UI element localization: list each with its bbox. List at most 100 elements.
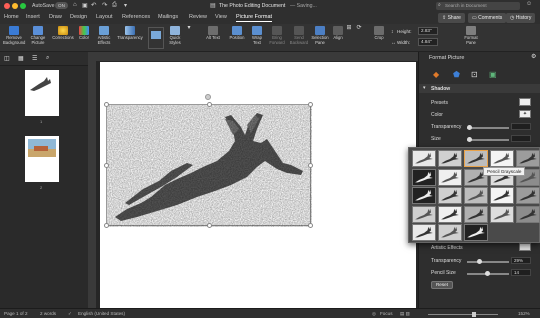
resize-handle-bottom-left[interactable] [104, 223, 109, 228]
tab-view[interactable]: View [215, 14, 227, 20]
zoom-slider[interactable] [428, 311, 498, 317]
zoom-window-button[interactable] [20, 3, 26, 9]
artistic-effect-option[interactable] [412, 187, 436, 204]
page-thumbnail-2[interactable] [25, 136, 59, 182]
rotate-handle[interactable] [205, 94, 211, 100]
group-icon[interactable]: ⊞ [346, 25, 352, 31]
pane-settings-icon[interactable]: ⚙ [531, 53, 536, 60]
artistic-effect-option[interactable] [464, 224, 488, 241]
artistic-effect-option[interactable] [464, 205, 488, 223]
width-field[interactable]: 4.84" [418, 38, 438, 46]
artistic-effect-option[interactable] [412, 205, 436, 223]
page-thumbnail-1[interactable] [25, 70, 59, 116]
thumbnails-icon[interactable]: ▦ [18, 55, 24, 62]
shadow-transparency-field[interactable] [511, 123, 531, 130]
bring-forward-button[interactable]: Bring Forward [267, 26, 287, 45]
send-backward-button[interactable]: Send Backward [289, 26, 309, 45]
pencil-size-slider[interactable] [467, 271, 509, 276]
minimize-window-button[interactable] [12, 3, 18, 9]
artistic-effect-option[interactable] [464, 150, 488, 167]
tab-insert[interactable]: Insert [26, 14, 40, 20]
wrap-text-button[interactable]: Wrap Text [249, 26, 265, 45]
alt-text-button[interactable]: Alt Text [206, 26, 220, 41]
pencil-size-field[interactable]: 14 [511, 269, 531, 276]
rotate-icon[interactable]: ⟳ [356, 25, 362, 31]
artistic-effect-option[interactable] [516, 150, 540, 167]
remove-background-button[interactable]: Remove Background [3, 26, 25, 45]
resize-handle-top-left[interactable] [104, 102, 109, 107]
height-field[interactable]: 2.83" [418, 27, 438, 35]
fill-line-tab-icon[interactable]: ◆ [433, 70, 439, 79]
picture-tab-icon[interactable]: ▣ [489, 70, 497, 79]
zoom-slider-knob[interactable] [472, 311, 476, 317]
picture-styles-gallery[interactable] [148, 27, 164, 49]
shadow-size-knob[interactable] [467, 137, 472, 142]
artistic-effect-option[interactable] [490, 150, 514, 167]
resize-handle-top[interactable] [207, 102, 212, 107]
resize-handle-bottom[interactable] [207, 223, 212, 228]
layout-properties-tab-icon[interactable]: ⊡ [471, 70, 478, 79]
save-icon[interactable]: ▣ [82, 2, 88, 9]
resize-handle-top-right[interactable] [308, 102, 313, 107]
tab-review[interactable]: Review [189, 14, 207, 20]
page-count[interactable]: Page 1 of 2 [4, 311, 28, 316]
border-dropdown-icon[interactable]: ▾ [186, 25, 192, 31]
focus-icon[interactable]: ◎ [372, 311, 376, 317]
autosave-toggle[interactable]: ON [55, 2, 68, 9]
quick-styles-button[interactable]: Quick Styles [166, 26, 184, 45]
shadow-section-header[interactable]: ▾ Shadow [419, 84, 540, 93]
tab-design[interactable]: Design [70, 14, 87, 20]
artistic-effects-dropdown[interactable] [519, 243, 531, 251]
sidebar-toggle-icon[interactable]: ◫ [4, 55, 10, 62]
outline-icon[interactable]: ☰ [32, 55, 37, 62]
position-button[interactable]: Position [227, 26, 247, 41]
vertical-ruler[interactable] [88, 61, 96, 308]
share-button[interactable]: ⇪ Share [438, 13, 465, 23]
focus-mode[interactable]: Focus [380, 311, 393, 316]
language[interactable]: English (United States) [78, 311, 125, 316]
resize-handle-bottom-right[interactable] [308, 223, 313, 228]
history-button[interactable]: ◷ History [506, 13, 536, 23]
artistic-effect-option[interactable] [438, 150, 462, 167]
artistic-effect-option[interactable] [438, 168, 462, 186]
artistic-effect-option[interactable] [490, 187, 514, 204]
artistic-effect-option[interactable] [412, 224, 436, 241]
artistic-effect-option[interactable] [438, 187, 462, 204]
close-window-button[interactable] [4, 3, 10, 9]
tab-layout[interactable]: Layout [96, 14, 113, 20]
corrections-button[interactable]: Corrections [51, 26, 75, 41]
pencil-size-knob[interactable] [485, 271, 490, 276]
shadow-size-field[interactable] [511, 135, 531, 142]
comments-button[interactable]: ▭ Comments [468, 13, 507, 23]
shadow-size-slider[interactable] [467, 137, 509, 142]
artistic-effect-option[interactable] [516, 187, 540, 204]
color-button[interactable]: Color [76, 26, 92, 41]
selected-picture[interactable] [104, 102, 313, 228]
effect-transparency-knob[interactable] [477, 259, 483, 264]
change-picture-button[interactable]: Change Picture [27, 26, 49, 45]
resize-handle-right[interactable] [308, 163, 313, 168]
artistic-effect-option[interactable] [412, 150, 436, 167]
crop-button[interactable]: Crop [372, 26, 386, 41]
artistic-effect-option[interactable] [438, 224, 462, 241]
proofing-icon[interactable]: ✓ [68, 311, 72, 317]
align-button[interactable]: Align [332, 26, 344, 41]
artistic-effects-button[interactable]: Artistic Effects [94, 26, 114, 45]
tab-picture-format[interactable]: Picture Format [236, 14, 273, 22]
effects-tab-icon[interactable]: ⬟ [453, 70, 460, 79]
word-count[interactable]: 2 words [40, 311, 56, 316]
undo-icon[interactable]: ↶ [91, 1, 96, 9]
print-icon[interactable]: ⎙ [112, 2, 117, 9]
shadow-transparency-slider[interactable] [467, 125, 509, 130]
artistic-effect-option[interactable] [464, 187, 488, 204]
effect-transparency-slider[interactable] [467, 259, 509, 264]
horizontal-ruler[interactable] [88, 52, 418, 61]
artistic-effect-option[interactable] [438, 205, 462, 223]
transparency-button[interactable]: Transparency [116, 26, 144, 41]
zoom-level[interactable]: 152% [518, 311, 530, 316]
shadow-transparency-knob[interactable] [467, 125, 472, 130]
artistic-effect-option[interactable] [490, 205, 514, 223]
format-pane-button[interactable]: Format Pane [460, 26, 482, 45]
search-box[interactable]: ⌕ Search in Document [436, 2, 520, 10]
shadow-color-picker[interactable]: ✦ [519, 110, 531, 118]
